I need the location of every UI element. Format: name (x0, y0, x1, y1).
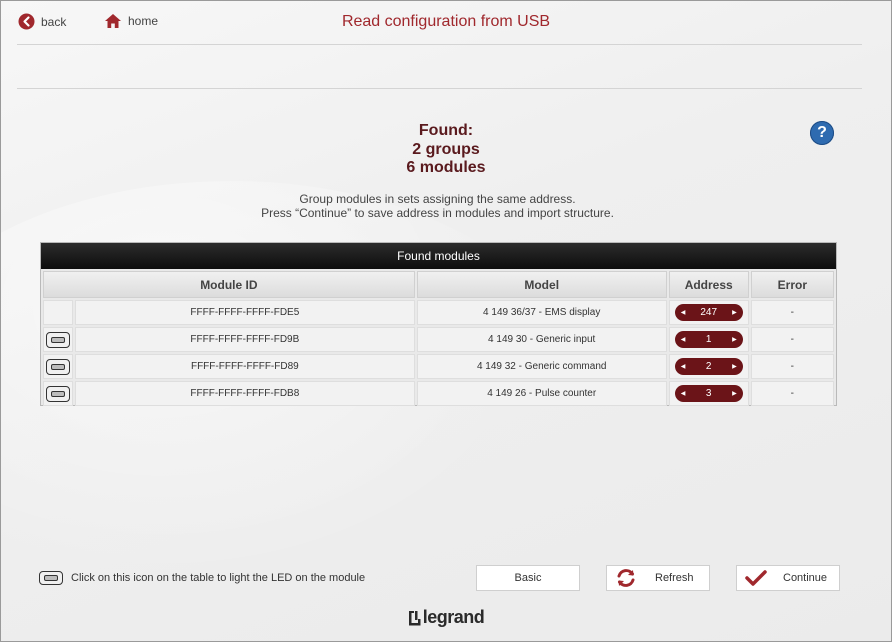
model-cell: 4 149 32 - Generic command (416, 354, 667, 379)
refresh-label: Refresh (655, 572, 694, 584)
legrand-logo: legrand (1, 607, 891, 628)
module-id-cell: FFFF-FFFF-FFFF-FD89 (75, 354, 415, 379)
refresh-icon (617, 569, 635, 587)
error-cell: - (750, 327, 834, 352)
address-cell: ◀ 3 ▶ (668, 381, 749, 406)
led-icon[interactable] (46, 358, 70, 375)
module-id-cell: FFFF-FFFF-FFFF-FDB8 (75, 381, 415, 406)
table-row: FFFF-FFFF-FFFF-FDB8 4 149 26 - Pulse cou… (43, 381, 834, 406)
increment-arrow-icon[interactable]: ▶ (732, 363, 737, 370)
toolbar-divider (17, 88, 862, 89)
continue-button[interactable]: Continue (736, 565, 840, 591)
address-stepper[interactable]: ◀ 3 ▶ (674, 385, 743, 402)
led-cell (43, 327, 73, 352)
table-title: Found modules (41, 243, 836, 269)
address-value: 247 (700, 307, 718, 318)
address-value: 1 (705, 334, 712, 345)
address-stepper[interactable]: ◀ 2 ▶ (674, 358, 743, 375)
increment-arrow-icon[interactable]: ▶ (732, 390, 737, 397)
model-cell: 4 149 36/37 - EMS display (416, 300, 667, 325)
instructions: Group modules in sets assigning the same… (1, 192, 874, 220)
led-hint: Click on this icon on the table to light… (39, 571, 365, 585)
led-cell (43, 300, 73, 325)
led-hint-icon (39, 571, 63, 585)
address-cell: ◀ 247 ▶ (668, 300, 749, 325)
address-stepper[interactable]: ◀ 1 ▶ (674, 331, 743, 348)
found-modules-panel: Found modules Module ID Model Address Er… (40, 242, 837, 406)
decrement-arrow-icon[interactable]: ◀ (681, 309, 686, 316)
checkmark-icon (745, 570, 767, 586)
column-header-model: Model (416, 271, 667, 298)
column-header-address: Address (668, 271, 749, 298)
column-header-module-id: Module ID (43, 271, 415, 298)
table-row: FFFF-FFFF-FFFF-FDE5 4 149 36/37 - EMS di… (43, 300, 834, 325)
refresh-button[interactable]: Refresh (606, 565, 710, 591)
basic-button[interactable]: Basic (476, 565, 580, 591)
table-row: FFFF-FFFF-FFFF-FD9B 4 149 30 - Generic i… (43, 327, 834, 352)
decrement-arrow-icon[interactable]: ◀ (681, 363, 686, 370)
address-value: 2 (705, 361, 712, 372)
address-stepper[interactable]: ◀ 247 ▶ (674, 304, 743, 321)
module-id-cell: FFFF-FFFF-FFFF-FDE5 (75, 300, 415, 325)
page-title: Read configuration from USB (341, 13, 551, 30)
app-window: back home Read configuration from USB ? … (0, 0, 892, 642)
led-cell (43, 381, 73, 406)
decrement-arrow-icon[interactable]: ◀ (681, 336, 686, 343)
address-value: 3 (705, 388, 712, 399)
legrand-logo-text: legrand (422, 607, 485, 627)
increment-arrow-icon[interactable]: ▶ (732, 309, 737, 316)
instructions-line-2: Press “Continue” to save address in modu… (261, 206, 614, 220)
column-header-error: Error (750, 271, 834, 298)
led-cell (43, 354, 73, 379)
groups-count: 2 groups (412, 140, 480, 158)
basic-label: Basic (514, 572, 542, 584)
modules-table: Module ID Model Address Error FFFF-FFFF-… (41, 269, 836, 408)
legrand-logo-icon (408, 610, 421, 625)
led-icon[interactable] (46, 331, 70, 348)
table-header-row: Module ID Model Address Error (43, 271, 834, 298)
model-cell: 4 149 26 - Pulse counter (416, 381, 667, 406)
modules-count: 6 modules (406, 159, 486, 176)
decrement-arrow-icon[interactable]: ◀ (681, 390, 686, 397)
error-cell: - (750, 381, 834, 406)
table-row: FFFF-FFFF-FFFF-FD89 4 149 32 - Generic c… (43, 354, 834, 379)
led-hint-text: Click on this icon on the table to light… (71, 572, 366, 584)
error-cell: - (750, 354, 834, 379)
address-cell: ◀ 2 ▶ (668, 354, 749, 379)
increment-arrow-icon[interactable]: ▶ (732, 336, 737, 343)
header-divider (17, 44, 862, 45)
led-icon[interactable] (46, 385, 70, 402)
found-summary: Found: 2 groups 6 modules (1, 122, 891, 178)
found-label: Found: (418, 122, 474, 139)
error-cell: - (750, 300, 834, 325)
module-id-cell: FFFF-FFFF-FFFF-FD9B (75, 327, 415, 352)
address-cell: ◀ 1 ▶ (668, 327, 749, 352)
instructions-line-1: Group modules in sets assigning the same… (299, 192, 576, 206)
model-cell: 4 149 30 - Generic input (416, 327, 667, 352)
continue-label: Continue (783, 572, 828, 584)
